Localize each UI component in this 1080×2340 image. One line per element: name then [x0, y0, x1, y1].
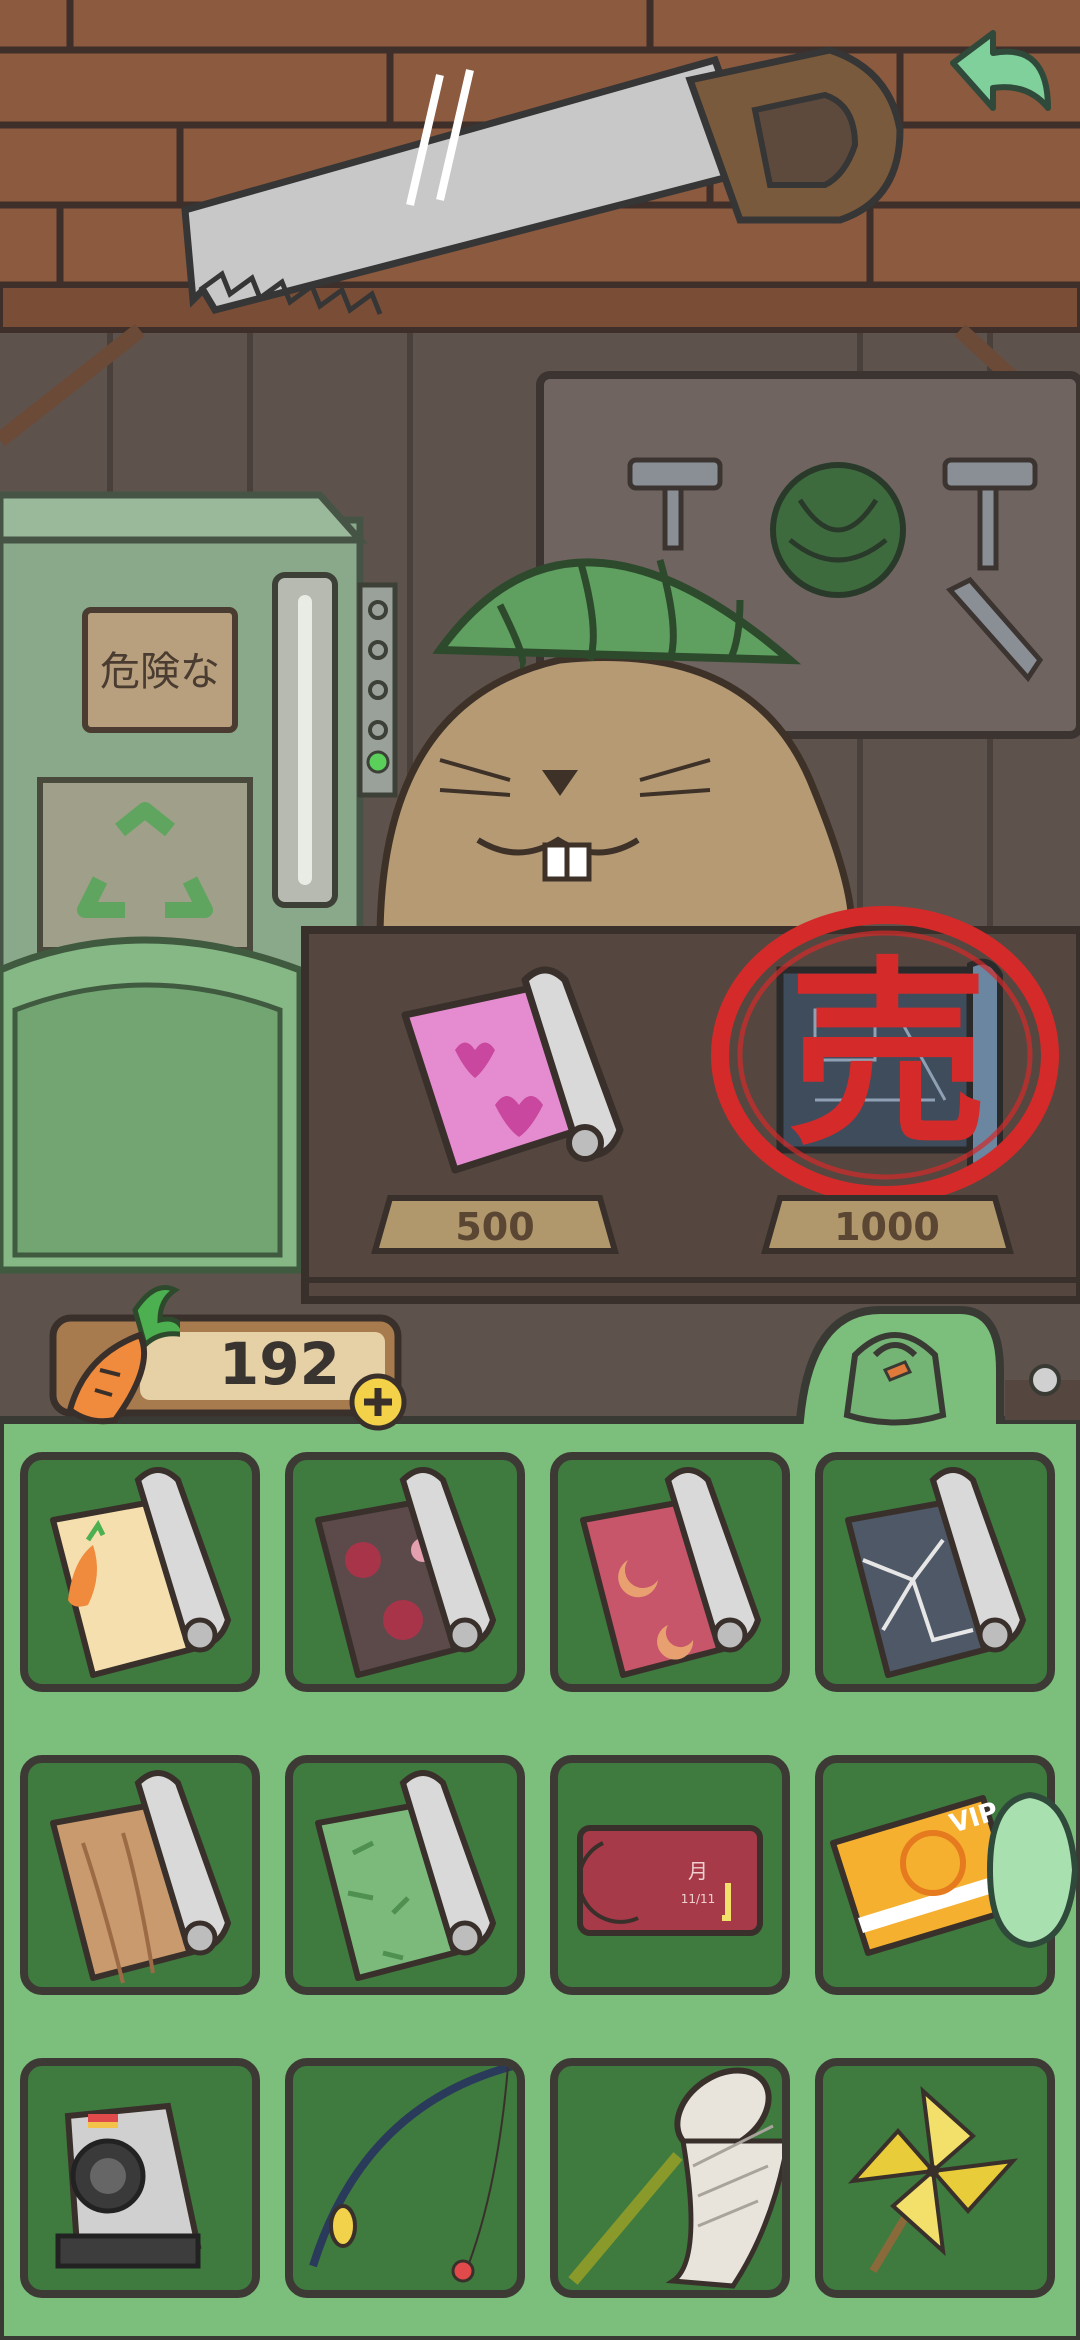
fishing-rod-icon	[309, 2066, 515, 2283]
moon-wallpaper-roll-icon	[580, 1467, 762, 1678]
bamboo-wallpaper-roll-icon	[315, 1770, 497, 1981]
back-arrow-icon[interactable]	[928, 18, 1068, 128]
inventory-slot-sakura-wallpaper[interactable]	[285, 1452, 525, 1692]
add-carrots-button[interactable]	[348, 1372, 408, 1432]
inventory-slot-fishing-rod[interactable]	[285, 2058, 525, 2298]
inventory-slot-bamboo-wallpaper[interactable]	[285, 1755, 525, 1995]
ticket-date: 11/11	[681, 1892, 716, 1906]
inventory-slot-carrot-wallpaper[interactable]	[20, 1452, 260, 1692]
backpack-icon[interactable]	[830, 1315, 960, 1430]
carrot-icon	[50, 1280, 180, 1430]
carrot-count: 192	[218, 1330, 340, 1398]
inventory-slot-camera[interactable]	[20, 2058, 260, 2298]
shop-item-pink-wallpaper[interactable]	[395, 955, 625, 1185]
ticket-month: 月	[688, 1859, 708, 1883]
calendar-ticket-icon: 月 11/11	[577, 1825, 763, 1936]
game-scene: 危険な 500 売 1000 192 月 11/11 VIP	[0, 0, 1080, 2340]
price-label: 500	[455, 1205, 534, 1249]
sold-stamp-text: 売	[788, 940, 988, 1173]
price-tag-blueprint-wallpaper: 1000	[755, 1193, 1020, 1258]
wood-wallpaper-roll-icon	[50, 1770, 232, 1984]
inventory-slot-bug-net[interactable]	[550, 2058, 790, 2298]
carrot-wallpaper-roll-icon	[50, 1467, 232, 1678]
saw-decoration	[170, 40, 930, 320]
inventory-slot-moon-wallpaper[interactable]	[550, 1452, 790, 1692]
scroll-right-arrow-icon[interactable]	[980, 1790, 1080, 1950]
price-tag-pink-wallpaper: 500	[365, 1193, 625, 1258]
cracked-stone-wallpaper-roll-icon	[845, 1467, 1027, 1678]
pinwheel-icon	[847, 2085, 1019, 2274]
camera-icon	[55, 2102, 202, 2269]
bug-net-icon	[568, 2067, 782, 2289]
sold-stamp: 売	[700, 900, 1075, 1210]
inventory-slot-cracked-stone-wallpaper[interactable]	[815, 1452, 1055, 1692]
danger-sign-text: 危険な	[100, 649, 220, 695]
sakura-wallpaper-roll-icon	[315, 1467, 497, 1678]
inventory-slot-calendar-ticket[interactable]: 月 11/11	[550, 1755, 790, 1995]
inventory-slot-wood-wallpaper[interactable]	[20, 1755, 260, 1995]
price-label: 1000	[834, 1205, 940, 1249]
inventory-slot-pinwheel[interactable]	[815, 2058, 1055, 2298]
